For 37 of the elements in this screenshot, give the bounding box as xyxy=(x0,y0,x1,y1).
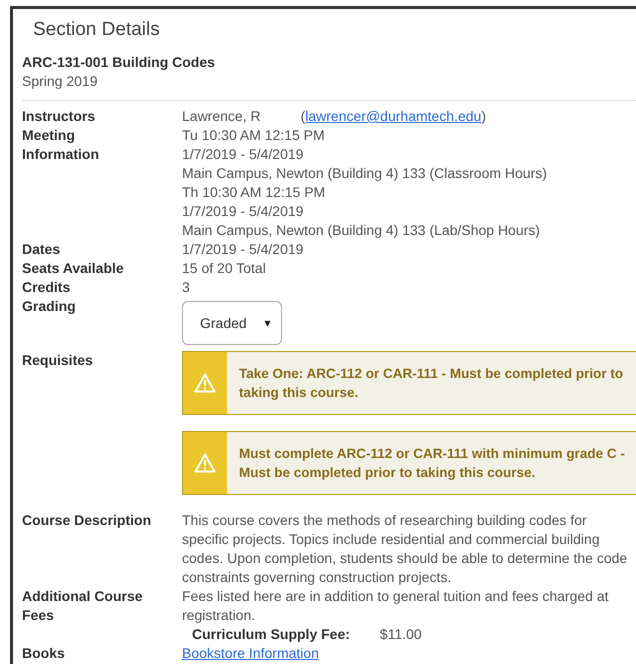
email-link[interactable]: lawrencer@durhamtech.edu xyxy=(305,108,482,124)
detail-text: 15 of 20 Total xyxy=(182,259,266,278)
alert-text: Take One: ARC-112 or CAR-111 - Must be completed prior to taking this course. xyxy=(238,365,624,402)
course-title: ARC-131-001 Building Codes xyxy=(22,53,216,72)
detail-text: 3 xyxy=(182,278,190,297)
detail-text: Main Campus, Newton (Building 4) 133 (Classroom Hours) xyxy=(182,164,547,183)
caret-icon: ▾ xyxy=(264,314,271,332)
detail-text: 1/7/2019 - 5/4/2019 xyxy=(182,145,304,164)
course-term: Spring 2019 xyxy=(22,72,99,91)
detail-text: Th 10:30 AM 12:15 PM xyxy=(182,183,326,202)
detail-text: 1/7/2019 - 5/4/2019 xyxy=(182,240,304,259)
paren-text: ) xyxy=(481,108,486,124)
field-label: Credits xyxy=(22,278,72,297)
fees-note: Fees listed here are in addition to general tuition and fees charged at registration. xyxy=(182,587,610,625)
detail-text: Main Campus, Newton (Building 4) 133 (Lab/Shop Hours) xyxy=(182,221,540,240)
field-label: Requisites xyxy=(22,351,94,370)
fee-name: Curriculum Supply Fee: xyxy=(192,625,350,644)
field-label: Seats Available xyxy=(22,259,125,278)
grading-select[interactable]: Graded ▾ xyxy=(182,301,282,345)
instructor-name: Lawrence, R xyxy=(182,108,261,124)
fee-amount: $11.00 xyxy=(380,625,422,644)
field-label: Course Description xyxy=(22,511,152,530)
field-label: Grading xyxy=(22,297,77,316)
detail-text: This course covers the methods of researching building codes for specific projects. Topics include residential and commercial building codes. Upon completion, students should be able to determine the code constraints governing construction projects. xyxy=(182,511,628,587)
field-label: Dates xyxy=(22,240,62,259)
field-label: Instructors xyxy=(22,107,96,126)
paren-text: ( xyxy=(300,108,306,124)
field-label: Meeting Information xyxy=(22,126,100,164)
warning-icon xyxy=(194,453,216,473)
alert-text: Must complete ARC-112 or CAR-111 with minimum grade C - Must be completed prior to taking this course. xyxy=(238,445,626,482)
detail-text: Tu 10:30 AM 12:15 PM xyxy=(182,126,325,145)
bookstore-link[interactable]: Bookstore Information xyxy=(182,644,319,663)
detail-text: 1/7/2019 - 5/4/2019 xyxy=(182,202,304,221)
field-label: Additional Course Fees xyxy=(22,587,144,625)
field-label: Books xyxy=(22,644,66,663)
warning-icon xyxy=(194,373,216,393)
dialog-title: Section Details xyxy=(33,19,160,41)
